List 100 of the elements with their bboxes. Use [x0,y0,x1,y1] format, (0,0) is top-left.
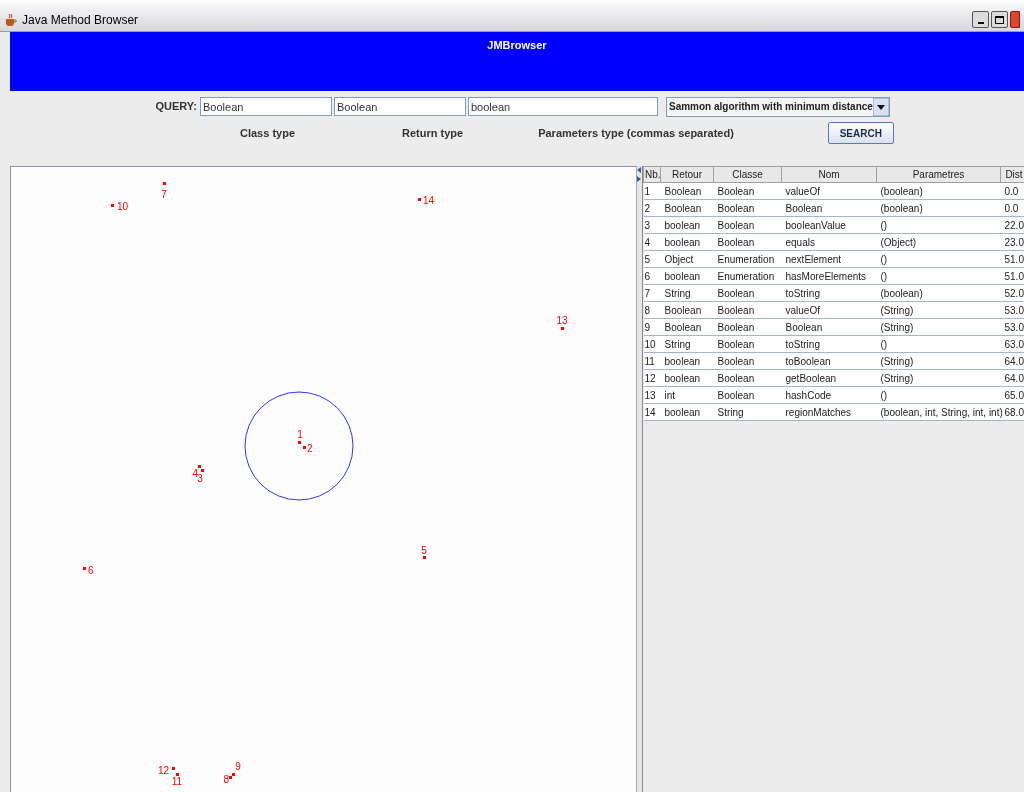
point-marker [418,198,421,201]
table-cell: (String) [876,301,1001,319]
point-label: 4 [192,468,198,479]
table-cell: boolean [660,352,714,370]
table-cell: boolean [660,267,714,285]
point-marker [303,446,306,449]
table-cell: 64.0 [1000,369,1024,387]
table-cell: Enumeration [713,267,782,285]
table-cell: (String) [876,318,1001,336]
table-cell: Boolean [781,318,877,336]
table-cell: Boolean [781,199,877,217]
table-cell: boolean [660,216,714,234]
table-cell: Boolean [713,352,782,370]
table-cell: 6 [643,267,661,285]
column-header[interactable]: Nb. [643,166,661,183]
table-cell: Boolean [713,284,782,302]
query-field[interactable]: Boolean [334,97,466,116]
table-cell: 53.0 [1000,301,1024,319]
table-cell: Boolean [713,335,782,353]
table-cell: toString [781,335,877,353]
table-cell: 1 [643,182,661,200]
table-cell: 0.0 [1000,199,1024,217]
table-cell: hashCode [781,386,877,404]
table-cell: equals [781,233,877,251]
column-header[interactable]: Classe [713,166,782,183]
table-cell: boolean [660,369,714,387]
table-cell: 10 [643,335,661,353]
dropdown-arrow-icon [873,97,889,116]
table-cell: (String) [876,369,1001,387]
table-cell: 5 [643,250,661,268]
point-marker [298,441,301,444]
table-cell: 4 [643,233,661,251]
table-cell: (boolean, int, String, int, int) [876,403,1001,421]
table-cell: (boolean) [876,182,1001,200]
table-cell: 63.0 [1000,335,1024,353]
table-cell: 12 [643,369,661,387]
coffee-cup-icon [4,12,18,27]
splitter-arrows-icon [637,167,642,183]
table-cell: Boolean [660,318,714,336]
search-button[interactable]: SEARCH [827,122,894,144]
field-caption: Class type [240,125,296,141]
point-marker [83,567,86,570]
table-cell: valueOf [781,301,877,319]
point-label: 12 [157,765,169,776]
table-cell: () [876,267,1001,285]
query-field[interactable]: Boolean [200,97,332,116]
point-label: 7 [161,189,167,200]
table-cell: Boolean [713,318,782,336]
point-label: 11 [171,776,183,787]
field-caption: Return type [402,125,464,141]
point-marker [561,327,564,330]
table-cell: Boolean [713,216,782,234]
point-label: 3 [197,473,203,484]
point-label: 2 [307,443,313,454]
table-cell: booleanValue [781,216,877,234]
point-marker [172,767,175,770]
query-label: QUERY: [154,99,197,115]
table-cell: String [660,284,714,302]
table-cell: 0.0 [1000,182,1024,200]
column-header[interactable]: Dist [1000,166,1024,183]
table-cell: 22.0 [1000,216,1024,234]
table-cell: () [876,216,1001,234]
field-caption: Parameters type (commas separated) [538,125,734,141]
table-cell: 9 [643,318,661,336]
column-header[interactable]: Nom [781,166,877,183]
table-cell: 65.0 [1000,386,1024,404]
point-marker [423,556,426,559]
table-cell: Boolean [713,199,782,217]
point-label: 8 [223,774,229,785]
minimize-button[interactable] [972,11,989,28]
table-cell: 53.0 [1000,318,1024,336]
point-marker [111,204,114,207]
table-cell: Boolean [713,369,782,387]
table-cell: Boolean [660,182,714,200]
table-cell: String [660,335,714,353]
query-field[interactable]: boolean [468,97,658,116]
table-cell: 52.0 [1000,284,1024,302]
table-cell: boolean [660,403,714,421]
table-cell: Enumeration [713,250,782,268]
table-cell: getBoolean [781,369,877,387]
table-cell: hasMoreElements [781,267,877,285]
algorithm-dropdown[interactable]: Sammon algorithm with minimum distance [666,96,890,117]
point-label: 13 [556,315,568,326]
table-cell: 3 [643,216,661,234]
table-cell: Boolean [660,301,714,319]
table-cell: (Object) [876,233,1001,251]
point-marker [176,773,179,776]
table-cell: toString [781,284,877,302]
table-cell: 7 [643,284,661,302]
point-label: 6 [88,565,94,576]
point-label: 5 [421,545,427,556]
point-label: 14 [423,195,435,206]
column-header[interactable]: Retour [660,166,714,183]
table-cell: Boolean [713,182,782,200]
table-cell: Boolean [660,199,714,217]
maximize-button[interactable] [991,11,1008,28]
point-label: 9 [235,761,241,772]
table-cell: boolean [660,233,714,251]
column-header[interactable]: Parametres [876,166,1001,183]
table-cell: 14 [643,403,661,421]
